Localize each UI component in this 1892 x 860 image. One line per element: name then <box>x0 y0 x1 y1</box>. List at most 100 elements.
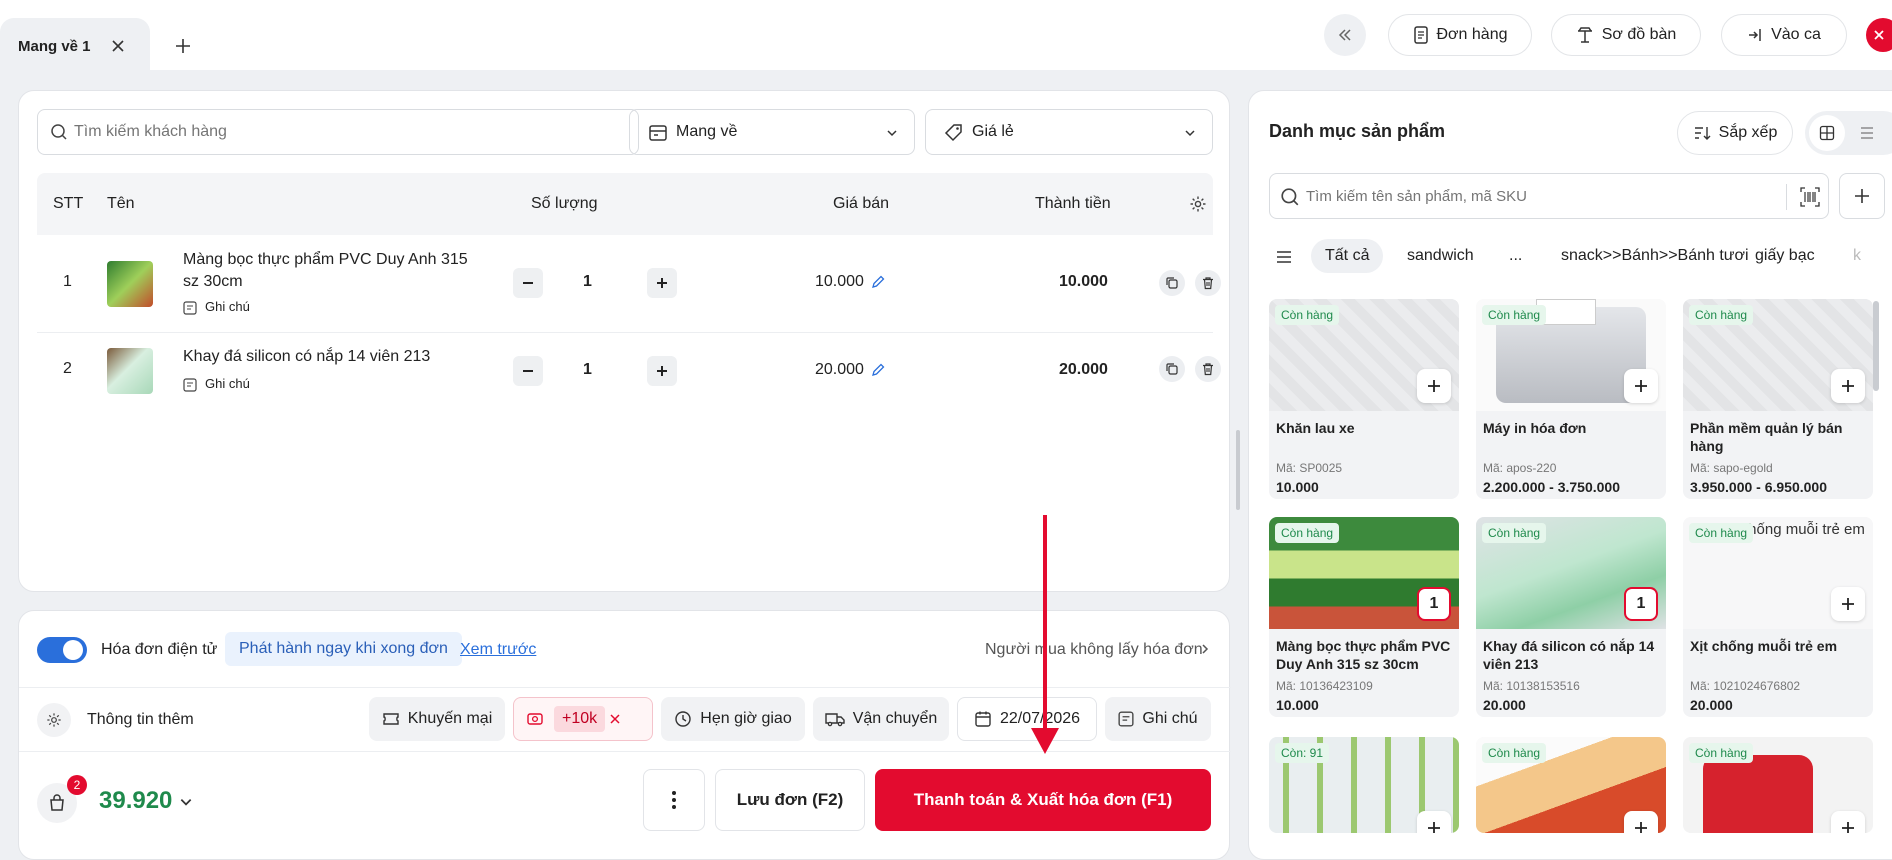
product-card[interactable]: Còn hàng Khăn lau xe Mã: SP0025 10.000 <box>1269 299 1459 499</box>
chevron-right-icon[interactable] <box>1199 643 1211 655</box>
col-price: Giá bán <box>833 195 890 212</box>
add-product-button[interactable] <box>1839 173 1885 219</box>
duplicate-button[interactable] <box>1159 356 1185 382</box>
note-label: Ghi chú <box>1142 710 1198 727</box>
surcharge-chip[interactable]: +10k <box>513 697 653 741</box>
ticket-icon <box>382 711 400 727</box>
product-card[interactable]: Còn hàng <box>1683 737 1873 833</box>
add-to-cart-button[interactable] <box>1831 811 1865 833</box>
increase-button[interactable] <box>647 268 677 298</box>
category-snack[interactable]: snack>>Bánh>>Bánh tươi <box>1547 239 1763 273</box>
cart-count-badge: 2 <box>67 775 87 795</box>
delete-button[interactable] <box>1195 356 1221 382</box>
shipping-button[interactable]: Vận chuyển <box>813 697 949 741</box>
product-card[interactable]: Còn hàng Phần mềm quản lý bán hàng Mã: s… <box>1683 299 1873 499</box>
invoice-mode-chip[interactable]: Phát hành ngay khi xong đơn <box>225 632 462 666</box>
orders-button[interactable]: Đơn hàng <box>1388 14 1532 56</box>
product-card[interactable]: Xịt chống muỗi trẻ em Còn hàng Xịt chống… <box>1683 517 1873 717</box>
category-next[interactable]: k <box>1839 239 1875 273</box>
grid-view-button[interactable] <box>1809 115 1845 151</box>
catalog-title: Danh mục sản phẩm <box>1269 121 1446 141</box>
shopping-bag-icon <box>47 793 67 813</box>
duplicate-button[interactable] <box>1159 270 1185 296</box>
more-info-label[interactable]: Thông tin thêm <box>87 711 194 729</box>
row-total: 10.000 <box>1059 273 1108 290</box>
pay-invoice-button[interactable]: Thanh toán & Xuất hóa đơn (F1) <box>875 769 1211 831</box>
row-price[interactable]: 10.000 <box>815 273 864 291</box>
cart-qty-badge[interactable]: 1 <box>1417 587 1451 621</box>
save-order-button[interactable]: Lưu đơn (F2) <box>715 769 865 831</box>
delivery-type-select[interactable]: Mang về <box>629 109 915 155</box>
table-map-button[interactable]: Sơ đồ bàn <box>1551 14 1701 56</box>
login-icon <box>1747 27 1763 43</box>
product-card[interactable]: Còn hàng <box>1476 737 1666 833</box>
e-invoice-toggle[interactable] <box>37 637 87 663</box>
col-qty: Số lượng <box>531 195 598 212</box>
promotion-button[interactable]: Khuyến mại <box>369 697 505 741</box>
row-note[interactable]: Ghi chú <box>205 376 250 391</box>
product-price: 20.000 <box>1690 697 1733 713</box>
add-to-cart-button[interactable] <box>1831 587 1865 621</box>
col-stt: STT <box>53 195 84 212</box>
delivery-date-button[interactable]: 22/07/2026 <box>957 697 1097 741</box>
note-icon[interactable] <box>183 378 197 392</box>
row-price[interactable]: 20.000 <box>815 361 864 379</box>
decrease-button[interactable] <box>513 268 543 298</box>
add-to-cart-button[interactable] <box>1417 369 1451 403</box>
menu-icon[interactable] <box>1275 249 1293 265</box>
add-to-cart-button[interactable] <box>1624 369 1658 403</box>
close-icon[interactable] <box>609 713 621 725</box>
row-qty[interactable]: 1 <box>583 361 592 379</box>
product-search[interactable] <box>1269 173 1829 219</box>
price-list-select[interactable]: Giá lẻ <box>925 109 1213 155</box>
edit-icon[interactable] <box>871 275 885 289</box>
product-card[interactable]: Còn: 91 <box>1269 737 1459 833</box>
more-info-button[interactable] <box>37 703 71 737</box>
edit-icon[interactable] <box>871 363 885 377</box>
collapse-button[interactable] <box>1324 14 1366 56</box>
panel-resizer[interactable] <box>1236 430 1240 510</box>
category-sandwich[interactable]: sandwich <box>1393 239 1488 273</box>
stock-badge: Còn hàng <box>1482 743 1547 763</box>
product-card[interactable]: Còn hàng 1 Khay đá silicon có nắp 14 viê… <box>1476 517 1666 717</box>
stock-badge: Còn hàng <box>1275 305 1340 325</box>
row-note[interactable]: Ghi chú <box>205 299 250 314</box>
close-icon[interactable] <box>110 38 126 54</box>
truck-icon <box>825 711 845 727</box>
sort-label: Sắp xếp <box>1718 124 1778 141</box>
more-actions-button[interactable] <box>643 769 705 831</box>
delete-button[interactable] <box>1195 270 1221 296</box>
decrease-button[interactable] <box>513 356 543 386</box>
category-all[interactable]: Tất cả <box>1311 239 1384 273</box>
schedule-button[interactable]: Hẹn giờ giao <box>661 697 805 741</box>
increase-button[interactable] <box>647 356 677 386</box>
exit-button[interactable] <box>1866 18 1892 52</box>
chevron-down-icon[interactable] <box>179 795 193 809</box>
add-tab-icon[interactable] <box>174 37 192 55</box>
pay-invoice-label: Thanh toán & Xuất hóa đơn (F1) <box>913 790 1173 809</box>
category-giay-bac[interactable]: giấy bạc <box>1741 239 1829 273</box>
barcode-icon[interactable] <box>1800 187 1820 207</box>
add-to-cart-button[interactable] <box>1831 369 1865 403</box>
product-card[interactable]: Còn hàng 1 Màng bọc thực phẩm PVC Duy An… <box>1269 517 1459 717</box>
product-search-input[interactable] <box>1306 184 1776 208</box>
product-name: Phần mềm quản lý bán hàng <box>1690 420 1843 454</box>
invoice-preview-link[interactable]: Xem trước <box>460 641 536 659</box>
add-to-cart-button[interactable] <box>1417 811 1451 833</box>
cart-qty-badge[interactable]: 1 <box>1624 587 1658 621</box>
category-more[interactable]: ... <box>1495 239 1536 273</box>
row-qty[interactable]: 1 <box>583 273 592 291</box>
note-button[interactable]: Ghi chú <box>1105 697 1211 741</box>
settings-icon[interactable] <box>1189 195 1207 213</box>
note-icon[interactable] <box>183 301 197 315</box>
catalog-scrollbar[interactable] <box>1873 301 1879 391</box>
buyer-invoice-option[interactable]: Người mua không lấy hóa đơn <box>985 641 1203 659</box>
add-to-cart-button[interactable] <box>1624 811 1658 833</box>
customer-search[interactable] <box>37 109 639 155</box>
sort-button[interactable]: Sắp xếp <box>1677 111 1793 155</box>
customer-search-input[interactable] <box>74 120 614 144</box>
product-card[interactable]: Còn hàng Máy in hóa đơn Mã: apos-220 2.2… <box>1476 299 1666 499</box>
start-shift-button[interactable]: Vào ca <box>1721 14 1847 56</box>
list-icon[interactable] <box>1859 125 1875 141</box>
tab-active[interactable]: Mang về 1 <box>0 18 150 70</box>
